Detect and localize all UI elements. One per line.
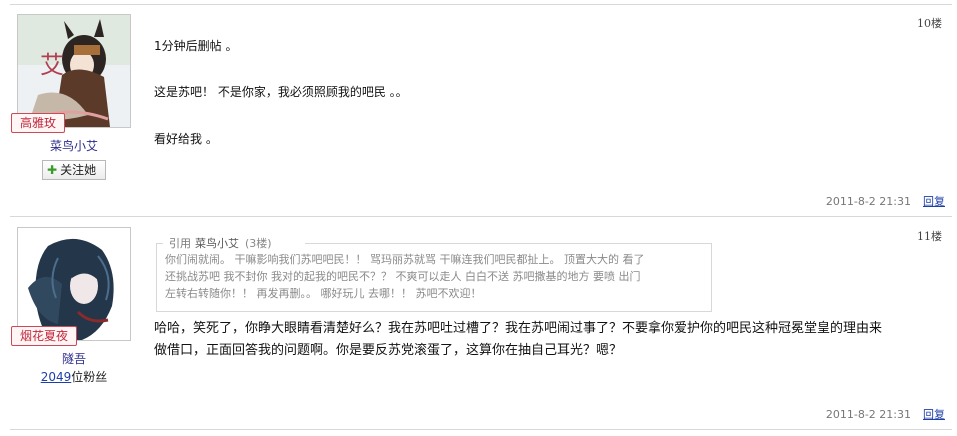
quote-prefix: 引用 <box>169 237 191 250</box>
post-time: 2011-8-2 21:31 <box>825 195 911 208</box>
avatar-image: 艾 <box>18 15 130 127</box>
username[interactable]: 隧吾 <box>0 350 148 367</box>
fans-suffix: 位粉丝 <box>71 370 108 384</box>
post-meta: 2011-8-2 21:31 回复 <box>826 193 945 209</box>
avatar-image <box>18 228 130 340</box>
quote-border <box>305 243 711 244</box>
reply-link[interactable]: 回复 <box>923 195 945 208</box>
avatar-char: 艾 <box>40 51 64 79</box>
reply-link[interactable]: 回复 <box>923 408 945 421</box>
divider-bottom <box>10 429 952 430</box>
quote-line: 你们闹就闹。 干嘛影响我们苏吧吧民！！ 骂玛丽苏就骂 干嘛连我们吧民都扯上。 顶… <box>165 253 645 266</box>
floor-number: 10楼 <box>917 17 942 30</box>
avatar[interactable]: 艾 <box>17 14 131 128</box>
post-content-line: 这是苏吧！ 不是你家，我必须照顾我的吧民 。。 <box>154 85 408 99</box>
follow-button[interactable]: ✚ 关注她 <box>42 160 106 180</box>
post-content-line: 看好给我 。 <box>154 132 218 146</box>
post-content-line: 做借口，正面回答我的问题啊。你是要反苏党滚蛋了，这算你在抽自己耳光？嗯？ <box>154 343 623 358</box>
post-content-line: 1分钟后删帖 。 <box>154 39 238 53</box>
post-time: 2011-8-2 21:31 <box>825 408 911 421</box>
fans-number[interactable]: 2049 <box>41 370 72 384</box>
plus-icon: ✚ <box>47 163 58 177</box>
quote-block: 引用 菜鸟小艾 (3楼) 你们闹就闹。 干嘛影响我们苏吧吧民！！ 骂玛丽苏就骂 干嘛… <box>156 235 712 312</box>
floor-number: 11楼 <box>917 230 942 243</box>
quote-author[interactable]: 菜鸟小艾 <box>195 237 239 250</box>
quote-text: 你们闹就闹。 干嘛影响我们苏吧吧民！！ 骂玛丽苏就骂 干嘛连我们吧民都扯上。 顶… <box>165 251 705 302</box>
divider-top <box>10 4 952 5</box>
quote-header: 引用 菜鸟小艾 (3楼) <box>165 235 276 251</box>
rank-badge: 高雅玫 <box>11 113 66 133</box>
quote-floor: (3楼) <box>245 237 272 250</box>
rank-badge: 烟花夏夜 <box>11 326 78 346</box>
username[interactable]: 菜鸟小艾 <box>0 137 148 154</box>
quote-line: 左转右转随你！！ 再发再删。。 哪好玩儿 去哪！！ 苏吧不欢迎！ <box>165 287 482 300</box>
follow-label: 关注她 <box>60 163 97 177</box>
avatar[interactable] <box>17 227 131 341</box>
quote-line: 还挑战苏吧 我不封你 我对的起我的吧民不？？ 不爽可以走人 白白不送 苏吧撒基的… <box>165 270 641 283</box>
fans-count: 2049位粉丝 <box>0 368 148 385</box>
quote-border <box>157 243 163 244</box>
divider-middle <box>10 216 952 217</box>
post-content: 哈哈，笑死了，你睁大眼睛看清楚好么？我在苏吧吐过槽了？我在苏吧闹过事了？不要拿你… <box>154 318 944 362</box>
post-meta: 2011-8-2 21:31 回复 <box>826 406 945 422</box>
post-content-line: 哈哈，笑死了，你睁大眼睛看清楚好么？我在苏吧吐过槽了？我在苏吧闹过事了？不要拿你… <box>154 321 883 336</box>
